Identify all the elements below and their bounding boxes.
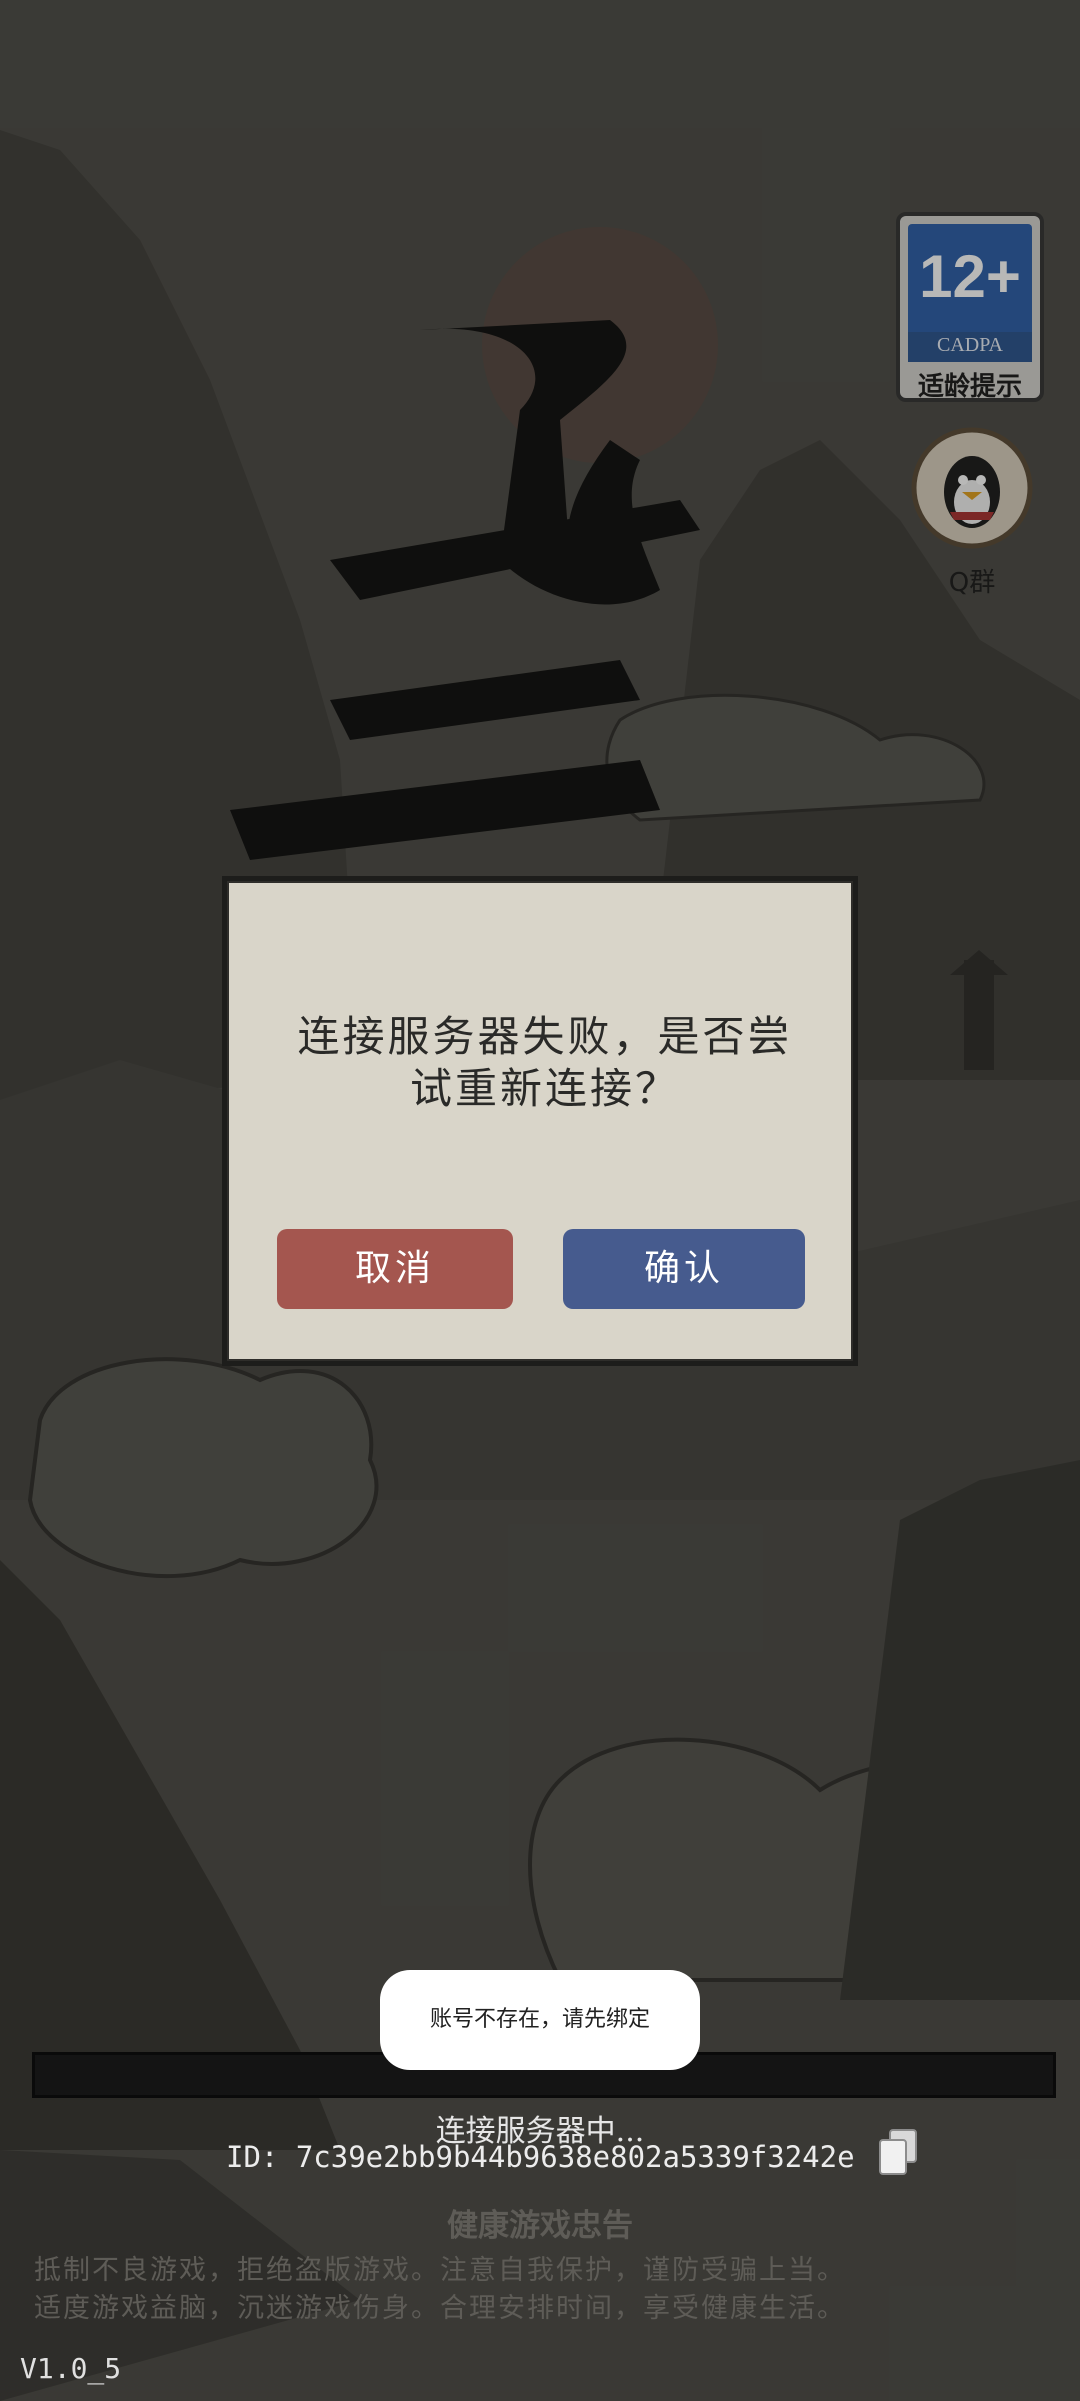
dialog-message-line-1: 连接服务器失败，是否尝 [297, 1012, 793, 1061]
health-notice-line-1: 抵制不良游戏，拒绝盗版游戏。注意自我保护，谨防受骗上当。 [34, 2255, 846, 2286]
cancel-button[interactable]: 取消 [277, 1229, 513, 1309]
version-label: V1.0_5 [20, 2352, 122, 2385]
toast-message: 账号不存在，请先绑定 [380, 1970, 700, 2070]
dialog-message: 连接服务器失败，是否尝 试重新连接？ [267, 1011, 823, 1115]
health-notice-title: 健康游戏忠告 [447, 2208, 633, 2244]
confirm-button[interactable]: 确认 [563, 1229, 805, 1309]
copy-icon[interactable] [876, 2128, 920, 2178]
reconnect-dialog: 连接服务器失败，是否尝 试重新连接？ 取消 确认 [222, 876, 858, 1366]
account-id: ID: 7c39e2bb9b44b9638e802a5339f3242e [226, 2140, 855, 2174]
dialog-message-line-2: 试重新连接？ [409, 1064, 680, 1113]
health-notice-line-2: 适度游戏益脑，沉迷游戏伤身。合理安排时间，享受健康生活。 [34, 2293, 846, 2324]
